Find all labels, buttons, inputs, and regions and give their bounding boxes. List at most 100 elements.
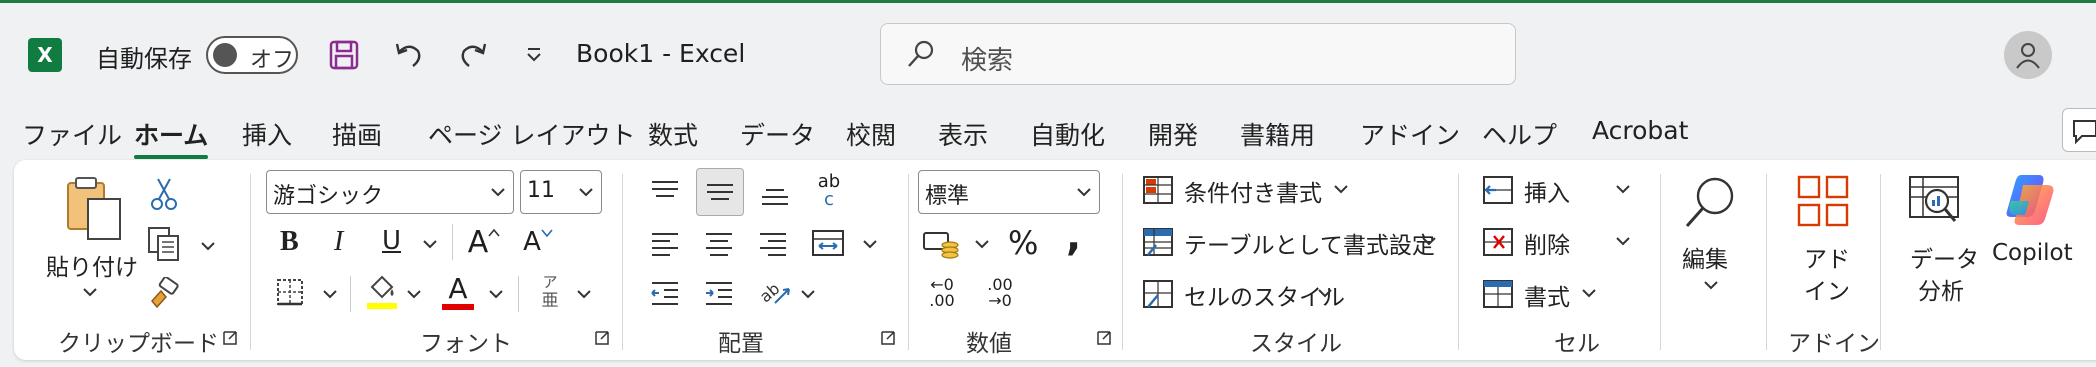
delete-dropdown-chevron-icon[interactable] [1616, 236, 1630, 246]
insert-cells-icon [1483, 176, 1513, 204]
font-color-swatch [442, 304, 474, 310]
underline-dropdown-chevron-icon[interactable] [422, 238, 438, 250]
align-left-button[interactable] [644, 222, 686, 264]
align-right-button[interactable] [752, 222, 794, 264]
document-title: Book1 - Excel [576, 39, 746, 68]
copy-button[interactable] [144, 224, 184, 264]
delete-cells-button[interactable]: 削除 [1524, 226, 1570, 260]
increase-indent-button[interactable] [698, 272, 740, 314]
clipboard-dialog-launcher-icon[interactable] [222, 330, 238, 346]
italic-button[interactable]: I [334, 226, 343, 258]
format-cells-button[interactable]: 書式 [1524, 278, 1570, 312]
phonetic-guide-button[interactable]: ア 亜 [530, 268, 570, 316]
fill-color-dropdown-chevron-icon[interactable] [406, 288, 422, 300]
copy-dropdown-chevron-icon[interactable] [200, 240, 216, 252]
tab-acrobat[interactable]: Acrobat [1592, 116, 1688, 145]
align-bottom-button[interactable] [754, 174, 796, 216]
format-painter-button[interactable] [144, 274, 184, 314]
tab-home[interactable]: ホーム [134, 116, 209, 159]
orientation-button[interactable]: ab [752, 270, 796, 314]
undo-button[interactable] [386, 33, 430, 77]
tab-data[interactable]: データ [740, 116, 815, 152]
user-icon [2016, 43, 2040, 69]
grow-font-button[interactable]: A [462, 220, 506, 264]
text-orientation-icon: ab [757, 279, 790, 306]
font-color-button[interactable]: A [438, 268, 478, 316]
phonetic-bottom: 亜 [541, 291, 559, 311]
bold-button[interactable]: B [280, 226, 299, 258]
redo-button[interactable] [452, 33, 496, 77]
tab-developer[interactable]: 開発 [1148, 116, 1198, 152]
merge-center-button[interactable] [806, 222, 850, 264]
group-separator [1766, 174, 1767, 350]
shrink-font-button[interactable]: A [516, 220, 560, 264]
tab-help[interactable]: ヘルプ [1482, 116, 1557, 152]
percent-style-button[interactable]: % [1008, 224, 1038, 262]
tab-page-layout[interactable]: ページ レイアウト [428, 116, 635, 152]
format-dropdown-chevron-icon[interactable] [1582, 288, 1596, 298]
font-size-select[interactable]: 11 [520, 170, 602, 214]
chevron-down-icon [1077, 188, 1091, 197]
font-color-dropdown-chevron-icon[interactable] [488, 288, 504, 300]
borders-dropdown-chevron-icon[interactable] [322, 288, 338, 300]
table-dropdown-chevron-icon[interactable] [1422, 236, 1436, 246]
align-center-button[interactable] [698, 222, 740, 264]
redo-icon [461, 43, 487, 67]
format-cells-icon [1483, 280, 1513, 308]
editing-button[interactable] [1674, 170, 1748, 234]
decrease-decimal-button[interactable]: .00 →0 [976, 272, 1024, 314]
fill-color-button[interactable] [360, 270, 404, 314]
scissors-icon [151, 178, 177, 210]
borders-button[interactable] [270, 272, 310, 312]
insert-dropdown-chevron-icon[interactable] [1616, 184, 1630, 194]
comma-style-button[interactable]: , [1066, 214, 1081, 260]
align-middle-button[interactable] [696, 168, 744, 216]
currency-icon [923, 232, 959, 259]
analyze-data-button[interactable] [1904, 170, 1966, 232]
format-as-table-button[interactable]: テーブルとして書式設定 [1184, 226, 1435, 260]
tab-automate[interactable]: 自動化 [1030, 116, 1105, 152]
tab-addins[interactable]: アドイン [1360, 116, 1460, 152]
cell-styles-dropdown-chevron-icon[interactable] [1318, 288, 1332, 298]
tab-draw[interactable]: 描画 [332, 116, 382, 152]
alignment-dialog-launcher-icon[interactable] [880, 330, 896, 346]
editing-dropdown-chevron-icon[interactable] [1704, 280, 1718, 290]
conditional-formatting-button[interactable]: 条件付き書式 [1184, 174, 1322, 208]
decrease-indent-button[interactable] [644, 272, 686, 314]
tab-file[interactable]: ファイル [22, 116, 122, 152]
font-name-select[interactable]: 游ゴシック [266, 170, 514, 214]
search-box[interactable]: 検索 [880, 23, 1516, 85]
conditional-dropdown-chevron-icon[interactable] [1334, 184, 1348, 194]
autosave-toggle[interactable]: オフ [206, 36, 298, 74]
phonetic-dropdown-chevron-icon[interactable] [576, 288, 592, 300]
tab-insert[interactable]: 挿入 [242, 116, 292, 152]
accounting-dropdown-chevron-icon[interactable] [974, 238, 990, 250]
excel-logo-icon: X [28, 38, 62, 72]
merge-dropdown-chevron-icon[interactable] [862, 238, 878, 250]
underline-button[interactable]: U [382, 226, 401, 256]
tab-view[interactable]: 表示 [938, 116, 988, 152]
increase-decimal-button[interactable]: ←0 .00 [918, 272, 966, 314]
customize-quick-access-button[interactable] [512, 33, 556, 77]
align-top-button[interactable] [644, 170, 686, 212]
paste-button[interactable] [54, 174, 134, 244]
addins-button[interactable] [1792, 170, 1854, 232]
tab-formulas[interactable]: 数式 [648, 116, 698, 152]
number-format-select[interactable]: 標準 [918, 170, 1100, 214]
tab-review[interactable]: 校閲 [846, 116, 896, 152]
paste-dropdown-chevron-icon[interactable] [82, 286, 98, 298]
borders-icon [277, 279, 303, 306]
font-dialog-launcher-icon[interactable] [594, 330, 610, 346]
accounting-format-button[interactable] [918, 222, 966, 264]
account-avatar[interactable] [2004, 31, 2052, 79]
orientation-dropdown-chevron-icon[interactable] [800, 288, 816, 300]
save-button[interactable] [322, 33, 366, 77]
cut-button[interactable] [144, 174, 184, 214]
number-dialog-launcher-icon[interactable] [1096, 330, 1112, 346]
wrap-text-button[interactable]: ab c [806, 168, 852, 214]
insert-cells-button[interactable]: 挿入 [1524, 174, 1570, 208]
comments-button[interactable] [2062, 108, 2096, 152]
group-separator [1122, 174, 1123, 350]
tab-books[interactable]: 書籍用 [1240, 116, 1315, 152]
copilot-button[interactable] [1998, 168, 2062, 232]
